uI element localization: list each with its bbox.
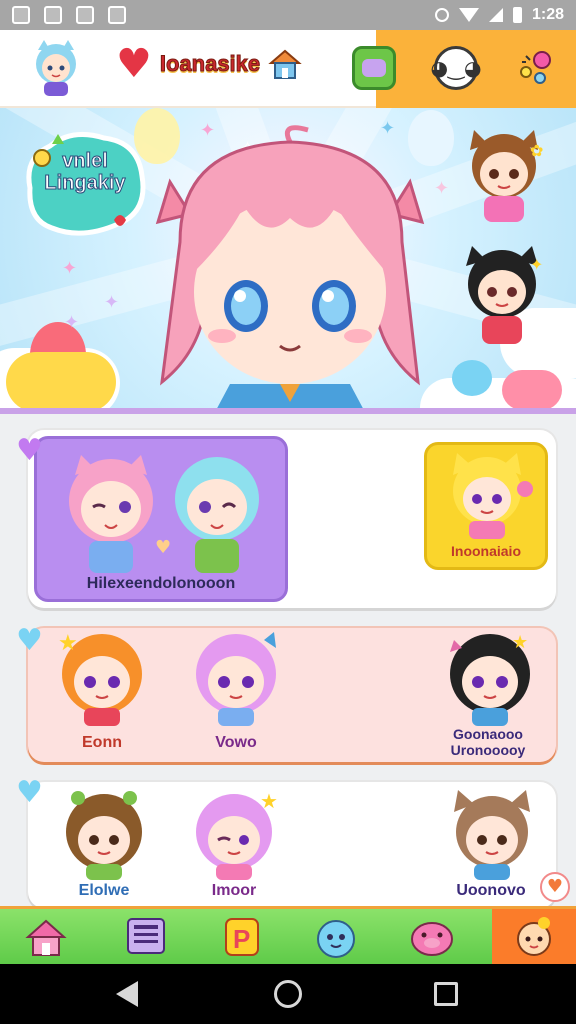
chat-button[interactable] (352, 46, 396, 90)
p-badge-icon[interactable]: P (218, 915, 266, 959)
svg-text:★: ★ (512, 632, 528, 653)
clock: 1:28 (531, 6, 564, 23)
badge-line-1: vnlel (62, 150, 109, 173)
svg-text:★: ★ (260, 789, 278, 813)
label-line-2: Uronooooy (450, 742, 526, 758)
wifi-icon (458, 8, 479, 22)
blob-character-icon[interactable] (312, 915, 360, 959)
duo-character-tile[interactable]: ♥ Hilexeendolonooon (34, 436, 288, 602)
cat-boy-character (454, 790, 530, 880)
settings-icon (44, 6, 62, 24)
sync-icon (76, 6, 94, 24)
status-bar: 1:28 (0, 0, 576, 30)
pig-icon[interactable] (408, 915, 456, 959)
character-row-card-2[interactable]: ★ Eonn Vowo ★ Goonaooo Uronooooy (28, 628, 556, 762)
purple-hair-character (196, 632, 276, 726)
pink-blob (502, 370, 562, 408)
home-button[interactable] (274, 980, 302, 1008)
hero-banner[interactable]: ✦ ✧ ✦ ✦ ✦ ✦ ✦ vnlel Lingakiy (0, 108, 576, 414)
svg-text:♥: ♥ (155, 537, 171, 558)
house-icon (268, 49, 302, 79)
heart-icon: ♥ (116, 41, 152, 87)
brown-hair-character (66, 791, 142, 880)
single-label: Inoonaiaio (451, 543, 521, 559)
lilac-hair-character: ★ (196, 789, 278, 880)
app-logo: ♥ Ioanasike (116, 44, 302, 84)
logo-text: Ioanasike (159, 51, 261, 77)
news-icon[interactable] (122, 915, 170, 959)
recents-button[interactable] (434, 982, 458, 1006)
duo-characters-art: ♥ (69, 455, 259, 573)
character-label: Imoor (211, 882, 257, 899)
character-row-card-3[interactable]: Elolwe ★ Imoor Uoonovo (28, 782, 556, 908)
svg-text:★: ★ (58, 631, 78, 656)
profile-avatar[interactable] (28, 38, 84, 100)
speech-bubble-button[interactable]: ◕‿◕ (431, 46, 482, 90)
favorite-heart-icon[interactable]: ♥ (16, 778, 43, 808)
svg-text:✿: ✿ (530, 141, 543, 160)
alarm-icon (434, 8, 449, 22)
app-header: ♥ Ioanasike ◕‿◕ (0, 30, 576, 108)
party-button[interactable] (512, 46, 556, 90)
badge-line-2: Lingakiy (44, 172, 126, 195)
favorite-heart-icon[interactable]: ♥ (16, 436, 43, 466)
svg-text:P: P (233, 924, 250, 954)
cat-girl-brown-sticker: ✿ (470, 130, 543, 222)
duo-label: Hilexeendolonooon (86, 575, 236, 592)
notification-icon (108, 6, 126, 24)
character-label: Elolwe (78, 882, 130, 899)
speech-bubble-icon: ◕‿◕ (430, 56, 482, 80)
character-label-two-line: Goonaooo Uronooooy (428, 726, 548, 758)
image-icon (12, 6, 30, 24)
system-navigation-bar (0, 964, 576, 1024)
balloon (6, 352, 116, 408)
back-button[interactable] (116, 981, 138, 1007)
floating-heart-button[interactable]: ♥ (540, 872, 570, 902)
blonde-cat-girl-art (453, 453, 533, 539)
character-icon[interactable] (510, 915, 558, 959)
cat-girl-black-sticker: ✦ (466, 246, 543, 344)
character-label: Eonn (82, 734, 122, 751)
featured-card[interactable]: ♥ Hilexeendolonooon Inoonaiaio (28, 430, 556, 608)
orange-hair-character: ★ (58, 631, 142, 726)
label-line-1: Goonaooo (453, 726, 523, 742)
event-badge-title: vnlel Lingakiy (22, 150, 148, 195)
home-icon[interactable] (22, 915, 70, 959)
heart-balloon (452, 360, 492, 396)
bottom-navigation: P (0, 906, 576, 964)
character-label: Uoonovo (456, 882, 526, 899)
character-label: Vowo (215, 734, 257, 751)
black-hair-character: ★ (450, 632, 530, 726)
svg-text:✦: ✦ (530, 255, 543, 274)
single-character-tile[interactable]: Inoonaiaio (424, 442, 548, 570)
battery-icon (512, 7, 522, 23)
favorite-heart-icon[interactable]: ♥ (16, 626, 43, 656)
hero-character (155, 125, 425, 408)
signal-icon (488, 8, 503, 22)
chat-icon (362, 59, 386, 77)
